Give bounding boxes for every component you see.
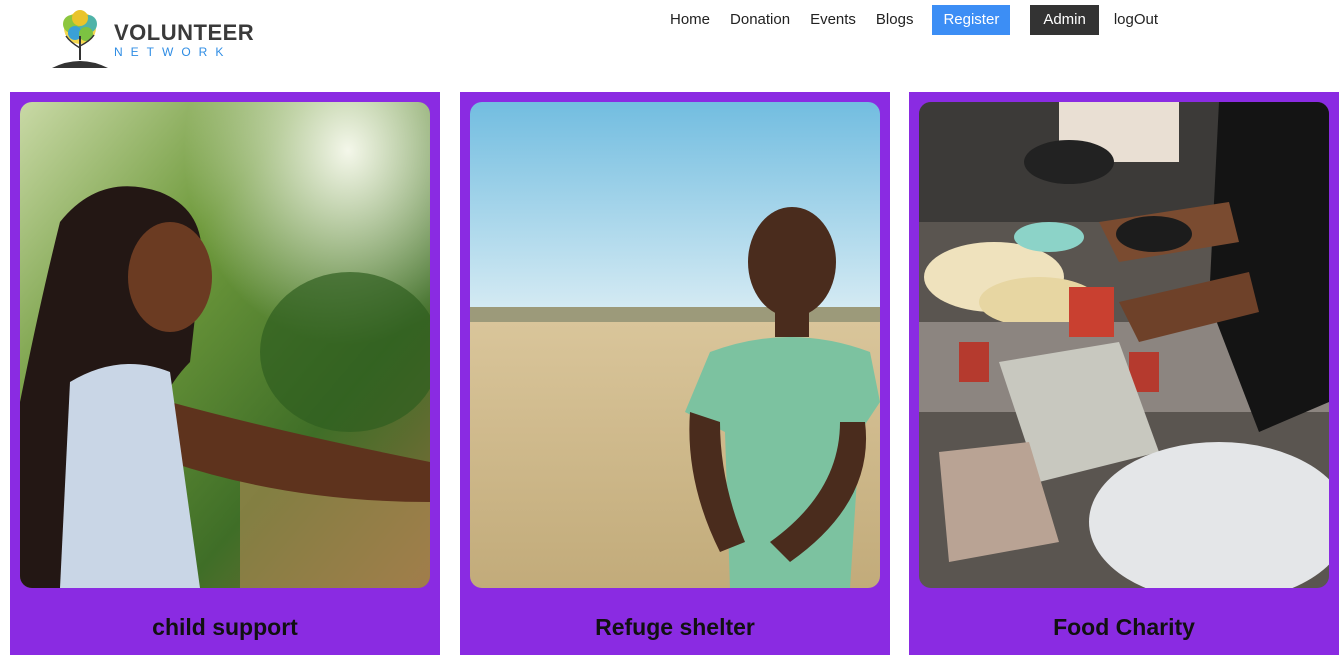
brand-subtitle: NETWORK [114, 45, 232, 59]
card-title: child support [152, 614, 298, 640]
card-image [919, 102, 1329, 588]
girl-photo [20, 102, 430, 588]
event-card-food-charity[interactable]: Food Charity [909, 92, 1339, 655]
card-title: Food Charity [1053, 614, 1195, 640]
brand-logo[interactable]: VOLUNTEER NETWORK [50, 8, 260, 70]
main-nav: Home Donation Events Blogs Register Admi… [660, 5, 1168, 35]
boy-photo [470, 102, 880, 588]
food-donation-photo [919, 102, 1329, 588]
nav-events-link[interactable]: Events [800, 5, 866, 35]
brand-title: VOLUNTEER [114, 20, 255, 45]
event-card-child-support[interactable]: child support [10, 92, 440, 655]
tree-logo-icon [52, 10, 108, 68]
nav-home-link[interactable]: Home [660, 5, 720, 35]
card-title: Refuge shelter [595, 614, 755, 640]
card-image [20, 102, 430, 588]
nav-donation-link[interactable]: Donation [720, 5, 800, 35]
card-image [470, 102, 880, 588]
register-button[interactable]: Register [932, 5, 1011, 35]
logout-link[interactable]: logOut [1104, 5, 1168, 35]
event-cards: child support Refuge shelter Food Charit… [0, 92, 1339, 655]
site-header: VOLUNTEER NETWORK Home Donation Events B… [0, 0, 1339, 92]
admin-button[interactable]: Admin [1030, 5, 1099, 35]
event-card-refuge-shelter[interactable]: Refuge shelter [460, 92, 890, 655]
nav-blogs-link[interactable]: Blogs [866, 5, 924, 35]
